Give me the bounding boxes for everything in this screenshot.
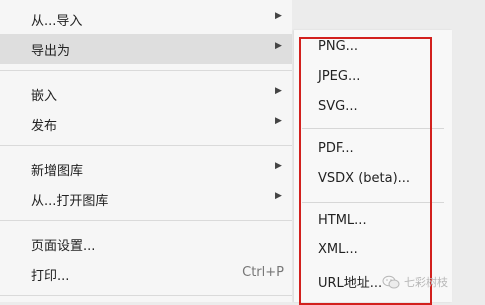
export-url-label: URL地址... <box>318 276 383 291</box>
export-vsdx-label: VSDX (beta)... <box>318 171 411 186</box>
submenu-separator <box>302 128 444 129</box>
export-jpeg-label: JPEG... <box>318 69 361 84</box>
watermark-text: 七彩树枝 <box>404 276 448 289</box>
menu-item-open-library-from[interactable]: 从...打开图库 ▶ <box>0 184 292 214</box>
menu-item-print[interactable]: 打印... Ctrl+P <box>0 259 292 289</box>
menu-separator <box>0 70 292 71</box>
submenu-arrow-icon: ▶ <box>275 41 282 51</box>
menu-item-label: 导出为 <box>31 44 71 59</box>
submenu-arrow-icon: ▶ <box>275 191 282 201</box>
export-pdf[interactable]: PDF... <box>294 135 452 163</box>
export-html[interactable]: HTML... <box>294 207 452 235</box>
menu-item-embed[interactable]: 嵌入 ▶ <box>0 79 292 109</box>
export-svg[interactable]: SVG... <box>294 93 452 121</box>
submenu-arrow-icon: ▶ <box>275 11 282 21</box>
menu-item-label: 发布 <box>31 119 58 134</box>
menu-item-label: 新增图库 <box>31 164 84 179</box>
export-png-label: PNG... <box>318 39 359 54</box>
export-html-label: HTML... <box>318 213 367 228</box>
submenu-arrow-icon: ▶ <box>275 116 282 126</box>
menu-item-label: 从...打开图库 <box>31 194 109 209</box>
export-xml[interactable]: XML... <box>294 236 452 264</box>
menu-item-page-setup[interactable]: 页面设置... <box>0 229 292 259</box>
menu-item-import-from[interactable]: 从...导入 ▶ <box>0 4 292 34</box>
menu-separator <box>0 220 292 221</box>
submenu-arrow-icon: ▶ <box>275 161 282 171</box>
main-menu: 从...导入 ▶ 导出为 ▶ 嵌入 ▶ 发布 ▶ 新增图库 ▶ 从...打开图库… <box>0 0 292 302</box>
menu-separator <box>0 295 292 296</box>
export-pdf-label: PDF... <box>318 141 354 156</box>
submenu-separator <box>302 202 444 203</box>
export-jpeg[interactable]: JPEG... <box>294 63 452 91</box>
menu-item-label: 打印... <box>31 269 70 284</box>
watermark: 七彩树枝 <box>382 272 448 292</box>
wechat-icon <box>382 275 400 289</box>
menu-separator <box>0 145 292 146</box>
submenu-arrow-icon: ▶ <box>275 86 282 96</box>
menu-item-label: 嵌入 <box>31 89 58 104</box>
export-vsdx[interactable]: VSDX (beta)... <box>294 165 452 193</box>
shortcut-label: Ctrl+P <box>242 265 284 280</box>
menu-item-label: 从...导入 <box>31 14 83 29</box>
menu-item-export-as[interactable]: 导出为 ▶ <box>0 34 292 64</box>
menu-item-add-library[interactable]: 新增图库 ▶ <box>0 154 292 184</box>
menu-item-publish[interactable]: 发布 ▶ <box>0 109 292 139</box>
export-xml-label: XML... <box>318 242 358 257</box>
export-submenu: PNG... JPEG... SVG... PDF... VSDX (beta)… <box>294 30 452 302</box>
export-png[interactable]: PNG... <box>294 33 452 61</box>
export-svg-label: SVG... <box>318 99 358 114</box>
menu-item-label: 页面设置... <box>31 239 96 254</box>
